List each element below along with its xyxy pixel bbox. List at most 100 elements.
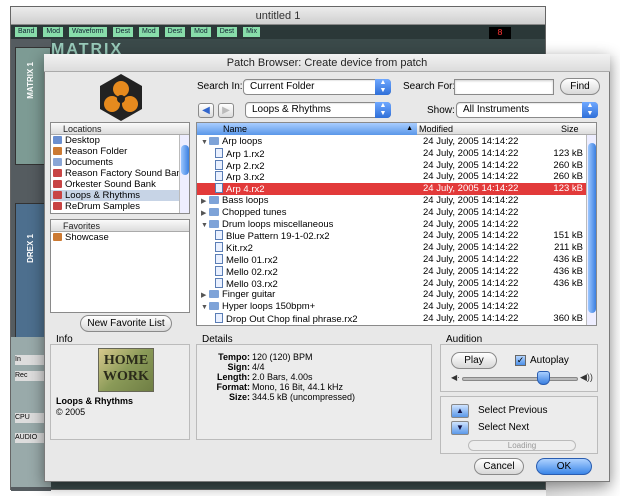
folder-icon xyxy=(209,207,219,216)
file-row[interactable]: Mello 02.rx2 24 July, 2005 14:14:22 436 kB xyxy=(197,265,587,278)
location-label: Desktop xyxy=(65,135,100,146)
forward-arrow-icon[interactable]: ▶ xyxy=(218,103,234,118)
select-next-arrow-icon[interactable]: ▼ xyxy=(451,421,469,435)
show-label: Show: xyxy=(427,105,455,116)
file-row[interactable]: Blue Pattern 19-1-02.rx2 24 July, 2005 14… xyxy=(197,230,587,242)
file-row[interactable]: Mello 01.rx2 24 July, 2005 14:14:22 436 kB xyxy=(197,254,587,266)
locations-scrollbar[interactable] xyxy=(179,135,189,213)
select-previous-arrow-icon[interactable]: ▲ xyxy=(451,404,469,418)
file-row[interactable]: Arp 3.rx2 24 July, 2005 14:14:22 260 kB xyxy=(197,171,587,183)
find-button[interactable]: Find xyxy=(560,78,600,95)
back-arrow-icon[interactable]: ◀ xyxy=(198,103,214,118)
favorites-list[interactable]: Favorites Showcase xyxy=(50,219,190,313)
locations-header: Locations xyxy=(51,123,189,135)
disclosure-closed-icon[interactable]: ▶ xyxy=(201,208,209,220)
location-item[interactable]: Loops & Rhythms xyxy=(51,190,189,201)
file-row[interactable]: Arp 4.rx2 24 July, 2005 14:14:22 123 kB xyxy=(197,183,587,195)
row-size: 436 kB xyxy=(553,265,583,277)
reason-logo-icon xyxy=(100,74,142,121)
transport-rec[interactable]: Rec xyxy=(15,371,47,381)
cancel-button[interactable]: Cancel xyxy=(474,458,524,475)
row-name: Mello 03.rx2 xyxy=(226,278,278,290)
location-item[interactable]: Desktop xyxy=(51,135,189,146)
row-name-cell: Blue Pattern 19-1-02.rx2 xyxy=(215,230,330,243)
drex-rack-label: DREX 1 xyxy=(26,234,35,263)
location-item[interactable]: Reason Folder xyxy=(51,146,189,157)
location-item[interactable]: Documents xyxy=(51,157,189,168)
search-for-label: Search For: xyxy=(403,81,456,92)
show-popup-value: All Instruments xyxy=(463,104,530,115)
disclosure-closed-icon[interactable]: ▶ xyxy=(201,290,209,302)
volume-slider[interactable] xyxy=(462,377,578,381)
search-for-input[interactable] xyxy=(454,79,554,95)
file-row[interactable]: Drop Out Chop final phrase.rx2 24 July, 2… xyxy=(197,313,587,325)
locations-scroll-thumb[interactable] xyxy=(181,145,189,175)
disclosure-open-icon[interactable]: ▼ xyxy=(201,302,209,314)
disclosure-closed-icon[interactable]: ▶ xyxy=(201,196,209,208)
detail-value: 4/4 xyxy=(252,362,265,372)
file-list-scroll-thumb[interactable] xyxy=(588,143,596,313)
file-row[interactable]: Arp 2.rx2 24 July, 2005 14:14:22 260 kB xyxy=(197,159,587,173)
folder-row[interactable]: ▶ Finger guitar 24 July, 2005 14:14:22 xyxy=(197,289,587,301)
volume-slider-thumb[interactable] xyxy=(537,371,551,385)
search-in-popup[interactable]: Current Folder ▲ ▼ xyxy=(243,79,391,95)
matrix-rack-label: MATRIX 1 xyxy=(26,62,35,99)
row-modified: 24 July, 2005 14:14:22 xyxy=(423,277,519,289)
rx2-file-icon xyxy=(215,242,223,253)
disclosure-open-icon[interactable]: ▼ xyxy=(201,137,209,149)
popup-arrows-icon: ▲ ▼ xyxy=(375,79,391,95)
row-modified: 24 July, 2005 14:14:22 xyxy=(423,159,519,171)
select-previous-label[interactable]: Select Previous xyxy=(478,405,547,416)
folder-row[interactable]: ▼ Drum loops miscellaneous 24 July, 2005 1… xyxy=(197,219,587,231)
transport-in[interactable]: In xyxy=(15,355,47,365)
row-name-cell: Mello 01.rx2 xyxy=(215,254,278,267)
new-favorite-list-button[interactable]: New Favorite List xyxy=(80,315,172,332)
file-row[interactable]: Kit.rx2 24 July, 2005 14:14:22 211 kB xyxy=(197,242,587,254)
locations-list[interactable]: Locations Desktop Reason Folder Documents R… xyxy=(50,122,190,214)
column-size[interactable]: Size xyxy=(561,123,579,135)
row-modified: 24 July, 2005 14:14:22 xyxy=(423,206,519,218)
detail-line: Size: 344.5 kB (uncompressed) xyxy=(198,392,355,402)
folder-icon xyxy=(209,290,219,299)
row-size: 123 kB xyxy=(553,147,583,159)
location-popup[interactable]: Loops & Rhythms ▲ ▼ xyxy=(245,102,391,118)
row-modified: 24 July, 2005 14:14:22 xyxy=(423,242,519,254)
folder-row[interactable]: ▶ Bass loops 24 July, 2005 14:14:22 xyxy=(197,195,587,207)
folder-row[interactable]: ▶ Chopped tunes 24 July, 2005 14:14:22 xyxy=(197,207,587,219)
toolbar-label: Mod xyxy=(43,27,63,37)
autoplay-checkbox[interactable]: ✓ xyxy=(515,355,526,366)
play-button[interactable]: Play xyxy=(451,352,497,369)
location-item[interactable]: ReDrum Samples xyxy=(51,201,189,212)
toolbar-label: Dest xyxy=(216,27,238,37)
row-size: 360 kB xyxy=(553,313,583,324)
folder-row[interactable]: ▼ Hyper loops 150bpm+ 24 July, 2005 14:14:… xyxy=(197,301,587,313)
row-name-cell: Arp 2.rx2 xyxy=(215,159,265,173)
toolbar-label: Band xyxy=(15,27,38,37)
column-name[interactable]: Name ▲ xyxy=(197,123,417,135)
row-modified: 24 July, 2005 14:14:22 xyxy=(423,147,519,159)
rx2-file-icon xyxy=(215,313,223,323)
location-item[interactable]: Orkester Sound Bank xyxy=(51,179,189,190)
loading-indicator: Loading xyxy=(468,440,576,451)
rx2-file-icon xyxy=(215,183,223,194)
row-size: 151 kB xyxy=(553,230,583,242)
detail-value: 120 (120) BPM xyxy=(252,352,313,362)
artwork-line-1: HOME xyxy=(103,353,149,368)
file-list-scrollbar[interactable] xyxy=(586,135,596,325)
sort-ascending-icon: ▲ xyxy=(406,125,413,132)
ok-button[interactable]: OK xyxy=(536,458,592,475)
file-row[interactable]: Arp 1.rx2 24 July, 2005 14:14:22 123 kB xyxy=(197,147,587,160)
rx2-file-icon xyxy=(215,159,223,170)
favorite-item[interactable]: Showcase xyxy=(51,232,189,243)
file-browser-list[interactable]: Name ▲ Modified Size ▼ Arp loops 24 July, 2… xyxy=(196,122,597,326)
folder-row[interactable]: ▼ Arp loops 24 July, 2005 14:14:22 xyxy=(197,136,587,148)
column-modified[interactable]: Modified xyxy=(419,123,453,135)
detail-label: Size: xyxy=(228,392,250,402)
show-popup[interactable]: All Instruments ▲ ▼ xyxy=(456,102,598,118)
row-modified: 24 July, 2005 14:14:22 xyxy=(423,265,519,277)
file-row[interactable]: Mello 03.rx2 24 July, 2005 14:14:22 436 kB xyxy=(197,277,587,290)
select-next-label[interactable]: Select Next xyxy=(478,422,529,433)
row-modified: 24 July, 2005 14:14:22 xyxy=(423,313,519,324)
location-item[interactable]: Reason Factory Sound Bank xyxy=(51,168,189,179)
disclosure-open-icon[interactable]: ▼ xyxy=(201,220,209,232)
